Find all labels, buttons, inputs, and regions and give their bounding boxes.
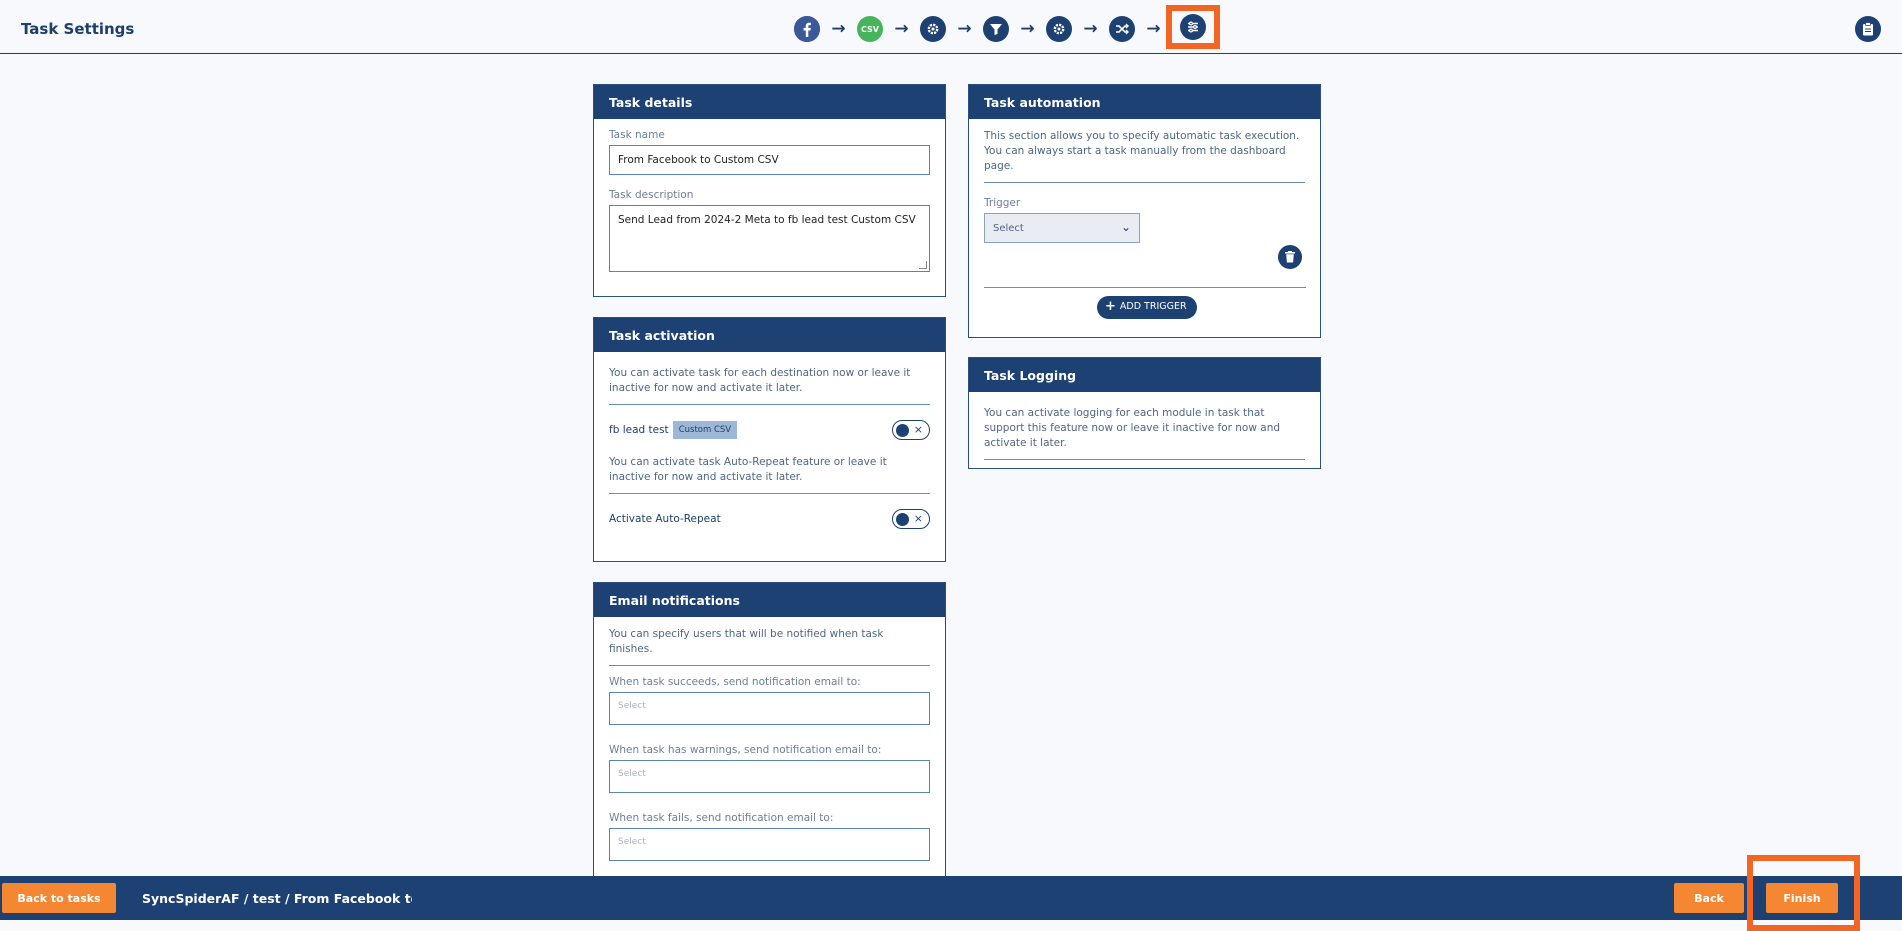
back-button[interactable]: Back (1674, 883, 1744, 913)
arrow-right-icon: → (894, 19, 909, 39)
csv-icon[interactable]: CSV (857, 16, 883, 42)
task-logging-card: Task Logging You can activate logging fo… (968, 357, 1321, 469)
logging-note: You can activate logging for each module… (984, 406, 1305, 460)
finish-highlight (1747, 855, 1860, 931)
shuffle-icon[interactable] (1109, 16, 1135, 42)
arrow-right-icon: → (957, 19, 972, 39)
task-description-value: Send Lead from 2024-2 Meta to fb lead te… (618, 214, 916, 226)
close-icon: × (913, 512, 923, 525)
task-activation-heading: Task activation (594, 318, 945, 352)
add-trigger-button[interactable]: + ADD TRIGGER (1097, 296, 1197, 319)
top-bar: Task Settings → CSV → → → → → (0, 5, 1902, 54)
task-name-input[interactable]: From Facebook to Custom CSV (609, 145, 930, 175)
task-logging-heading: Task Logging (969, 358, 1320, 392)
trigger-label: Trigger (984, 197, 1021, 209)
activation-note: You can activate task for each destinati… (609, 366, 930, 405)
task-description-label: Task description (609, 189, 694, 201)
arrow-right-icon: → (1020, 19, 1035, 39)
gear-icon[interactable] (920, 16, 946, 42)
csv-label: CSV (861, 24, 879, 34)
trash-icon[interactable] (1278, 245, 1302, 269)
task-name-label: Task name (609, 129, 665, 141)
task-description-textarea[interactable]: Send Lead from 2024-2 Meta to fb lead te… (609, 205, 930, 272)
warnings-label: When task has warnings, send notificatio… (609, 744, 882, 756)
destination-tag: Custom CSV (672, 421, 738, 439)
toggle-knob (896, 424, 909, 437)
task-activation-card: Task activation You can activate task fo… (593, 317, 946, 562)
arrow-right-icon: → (1083, 19, 1098, 39)
email-notifications-card: Email notifications You can specify user… (593, 582, 946, 876)
trigger-select[interactable]: Select ⌄ (984, 213, 1140, 243)
settings-sliders-icon[interactable] (1180, 14, 1206, 40)
destination-row: fb lead test Custom CSV × (609, 420, 930, 440)
close-icon: × (913, 423, 923, 436)
fails-email-select[interactable]: Select (609, 828, 930, 861)
email-note: You can specify users that will be notif… (609, 627, 930, 666)
email-notifications-heading: Email notifications (594, 583, 945, 617)
trigger-select-value: Select (993, 223, 1024, 234)
toggle-knob (896, 513, 909, 526)
automation-note: This section allows you to specify autom… (984, 129, 1305, 183)
plus-icon: + (1105, 299, 1116, 314)
breadcrumb: SyncSpiderAF / test / From Facebook to C… (142, 891, 412, 906)
page-title: Task Settings (21, 20, 135, 38)
task-automation-heading: Task automation (969, 85, 1320, 119)
auto-repeat-row: Activate Auto-Repeat × (609, 509, 930, 529)
auto-repeat-note: You can activate task Auto-Repeat featur… (609, 455, 930, 494)
clipboard-icon[interactable] (1855, 16, 1881, 42)
gear-icon[interactable] (1046, 16, 1072, 42)
auto-repeat-label: Activate Auto-Repeat (609, 513, 721, 525)
filter-icon[interactable] (983, 16, 1009, 42)
destination-name: fb lead test (609, 424, 669, 436)
fails-label: When task fails, send notification email… (609, 812, 834, 824)
task-details-heading: Task details (594, 85, 945, 119)
warnings-email-select[interactable]: Select (609, 760, 930, 793)
add-trigger-label: ADD TRIGGER (1119, 301, 1187, 312)
workflow-steps: → CSV → → → → → (794, 5, 1220, 49)
resize-grip-icon[interactable] (919, 261, 927, 269)
destination-label: fb lead test Custom CSV (609, 421, 738, 439)
automation-divider (984, 287, 1306, 288)
task-details-card: Task details Task name From Facebook to … (593, 84, 946, 297)
destination-toggle[interactable]: × (892, 420, 930, 440)
back-to-tasks-button[interactable]: Back to tasks (2, 883, 116, 913)
task-automation-card: Task automation This section allows you … (968, 84, 1321, 338)
footer-bar: Back to tasks SyncSpiderAF / test / From… (0, 876, 1902, 920)
arrow-right-icon: → (831, 19, 846, 39)
chevron-down-icon: ⌄ (1120, 220, 1131, 234)
active-step-highlight (1166, 5, 1220, 49)
facebook-icon[interactable] (794, 16, 820, 42)
auto-repeat-toggle[interactable]: × (892, 509, 930, 529)
success-email-select[interactable]: Select (609, 692, 930, 725)
success-label: When task succeeds, send notification em… (609, 676, 861, 688)
